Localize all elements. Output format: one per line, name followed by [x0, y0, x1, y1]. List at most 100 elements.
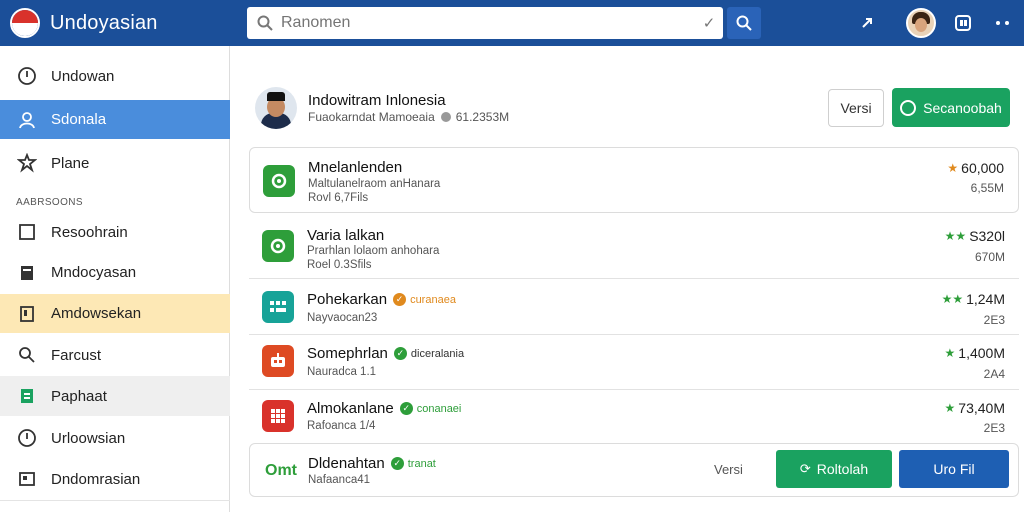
flag-icon	[10, 8, 40, 38]
list-item[interactable]: Somephrlan ✓ diceralania Nauradca 1.1 ★ 1,…	[249, 335, 1019, 389]
install-button[interactable]: ⟳ Roltolah	[776, 450, 892, 488]
window-icon[interactable]	[950, 10, 976, 36]
search-input[interactable]	[281, 14, 695, 32]
sidebar-item-sdonala[interactable]: Sdonala	[0, 100, 230, 139]
check-icon: ✓	[393, 293, 407, 306]
star-icon: ★	[944, 401, 956, 415]
sidebar-item-label: Plane	[51, 154, 90, 172]
app-title: Somephrlan ✓ diceralania	[307, 345, 465, 362]
app-subtitle: Nafaanca41	[308, 474, 371, 486]
share-icon[interactable]	[856, 10, 882, 36]
search-icon	[736, 15, 752, 31]
tablet-icon	[16, 303, 38, 325]
sidebar-item-label: Sdonala	[51, 111, 107, 128]
sidebar-item-label: Urloowsian	[51, 429, 126, 447]
sidebar-item-dndomrasian[interactable]: Dndomrasian	[0, 459, 230, 499]
sidebar-item-plane[interactable]: Plane	[0, 143, 230, 183]
sheet-icon	[16, 385, 38, 407]
sidebar-item-label: Dndomrasian	[51, 470, 141, 488]
sidebar-item-urloowsian[interactable]: Urloowsian	[0, 418, 230, 458]
primary-button[interactable]: Secanoobah	[892, 88, 1010, 127]
app-size: 2A4	[983, 367, 1005, 381]
image-icon	[16, 468, 38, 490]
app-subtitle: Nayvaocan23	[307, 312, 378, 324]
app-title: Pohekarkan ✓ curanaea	[307, 291, 456, 308]
top-bar: Undoyasian ✓	[0, 0, 1024, 46]
refresh-icon	[900, 99, 917, 116]
check-icon: ✓	[393, 347, 407, 360]
list-item[interactable]: Almokanlane ✓ conanaei Rafoanca 1/4 ★ 73,4…	[249, 390, 1019, 442]
status-badge: ✓ conanaei	[399, 402, 461, 415]
search-icon	[16, 344, 38, 366]
profile-subtitle-text: Fuaokarndat Mamoeaia	[308, 110, 435, 124]
divider	[0, 500, 230, 501]
list-item[interactable]: Omt Dldenahtan ✓ tranat Nafaanca41 Versi …	[249, 443, 1019, 497]
more-icon[interactable]	[990, 10, 1016, 36]
star-icon: ★★	[941, 292, 964, 306]
document-icon	[16, 262, 38, 284]
check-icon: ✓	[399, 402, 413, 415]
profile-size: 61.2353M	[455, 110, 510, 124]
profile-subtitle: Fuaokarndat Mamoeaia 61.2353M	[308, 110, 509, 124]
grid-icon	[262, 291, 294, 323]
check-icon[interactable]: ✓	[695, 14, 723, 32]
sidebar-item-label: Mndocyasan	[51, 264, 137, 281]
list-item[interactable]: Varia lalkan Prarhlan lolaom anhohara Ro…	[249, 218, 1019, 278]
app-title: Almokanlane ✓ conanaei	[307, 400, 462, 417]
sidebar-item-paphaat[interactable]: Paphaat	[0, 376, 230, 416]
rating: ★ 73,40M	[944, 400, 1005, 416]
sidebar-item-resoohrain[interactable]: Resoohrain	[0, 212, 230, 252]
sidebar-item-label: Farcust	[51, 346, 102, 364]
open-file-button[interactable]: Uro Fil	[899, 450, 1009, 488]
divider	[249, 278, 1019, 279]
rating: ★ 60,000	[947, 160, 1004, 176]
app-title: Varia lalkan	[307, 227, 385, 244]
search-button[interactable]	[727, 7, 761, 39]
folder-icon	[262, 230, 294, 262]
refresh-icon: ⟳	[799, 461, 811, 476]
profile-name: Indowitram Inlonesia	[308, 92, 446, 109]
omt-icon: Omt	[265, 462, 297, 479]
list-item[interactable]: Mnelanlenden Maltulanelraom anHanara Rov…	[249, 147, 1019, 213]
sidebar-item-mndocyasan[interactable]: Mndocyasan	[0, 252, 230, 293]
star-icon: ★★	[944, 229, 967, 243]
check-icon: ✓	[390, 457, 404, 470]
sidebar-item-farcust[interactable]: Farcust	[0, 335, 230, 375]
sidebar-item-label: Resoohrain	[51, 223, 128, 241]
search-box[interactable]: ✓	[247, 7, 723, 39]
status-badge: ✓ diceralania	[393, 347, 464, 360]
brand[interactable]: Undoyasian	[0, 8, 230, 38]
primary-button-label: Secanoobah	[923, 99, 1002, 116]
app-meta: Rovl 6,7Fils	[308, 192, 369, 204]
app-size: 2E3	[983, 421, 1005, 435]
versi-button[interactable]: Versi	[828, 89, 884, 127]
section-label: AABRSOONS	[16, 197, 83, 208]
rating: ★★ 1,24M	[941, 291, 1005, 307]
search-icon	[257, 15, 273, 31]
app-subtitle: Nauradca 1.1	[307, 366, 377, 378]
app-size: 670M	[974, 250, 1005, 264]
sidebar-item-amdowsekan[interactable]: Amdowsekan	[0, 294, 230, 333]
folder-icon	[263, 165, 295, 197]
app-title: Undoyasian	[50, 11, 158, 34]
user-icon	[16, 109, 38, 131]
app-subtitle: Rafoanca 1/4	[307, 420, 376, 432]
compass-icon	[16, 65, 38, 87]
app-meta: Roel 0.3Sfils	[307, 259, 372, 271]
sidebar-item-undowan[interactable]: Undowan	[0, 56, 230, 96]
versi-link[interactable]: Versi	[714, 462, 743, 477]
robot-icon	[262, 345, 294, 377]
star-icon: ★	[947, 161, 959, 175]
location-icon	[440, 112, 451, 122]
avatar[interactable]	[906, 8, 936, 38]
sidebar-item-label: Paphaat	[51, 387, 107, 405]
app-subtitle: Prarhlan lolaom anhohara	[307, 245, 440, 257]
app-title: Dldenahtan ✓ tranat	[308, 455, 436, 472]
rating: ★★ S320l	[944, 228, 1005, 244]
compass-icon	[16, 427, 38, 449]
profile-avatar	[255, 87, 297, 129]
sidebar: Undowan Sdonala Plane AABRSOONS Resoohra…	[0, 46, 230, 512]
status-badge: ✓ tranat	[390, 457, 436, 470]
square-icon	[16, 221, 38, 243]
list-item[interactable]: Pohekarkan ✓ curanaea Nayvaocan23 ★★ 1,24M…	[249, 280, 1019, 334]
